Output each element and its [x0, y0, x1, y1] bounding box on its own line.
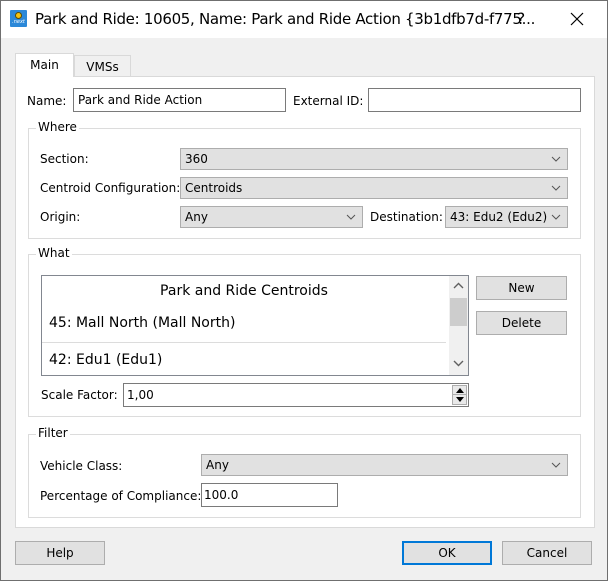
filter-group: Filter Vehicle Class: Any Percentage of … — [28, 426, 581, 518]
close-icon — [570, 12, 584, 26]
main-tab-panel: Name: Park and Ride Action External ID: … — [15, 76, 595, 528]
origin-dropdown[interactable]: Any — [180, 206, 363, 228]
vehicle-class-dropdown[interactable]: Any — [201, 454, 568, 476]
vehicle-class-label: Vehicle Class: — [40, 459, 123, 473]
centroid-configuration-label: Centroid Configuration: — [40, 181, 181, 195]
delete-button[interactable]: Delete — [476, 311, 567, 335]
spin-down-icon[interactable] — [456, 397, 464, 402]
destination-label: Destination: — [370, 210, 443, 224]
section-value: 360 — [185, 152, 208, 166]
tab-vmss[interactable]: VMSs — [74, 55, 131, 77]
list-scrollbar[interactable] — [449, 276, 468, 375]
name-label: Name: — [27, 94, 67, 108]
where-group: Where Section: 360 Centroid Configuratio… — [28, 120, 581, 239]
park-and-ride-dialog: .next Park and Ride: 10605, Name: Park a… — [0, 0, 608, 581]
destination-dropdown[interactable]: 43: Edu2 (Edu2) — [445, 206, 568, 228]
section-label: Section: — [40, 152, 89, 166]
scroll-down-icon[interactable] — [453, 359, 464, 367]
compliance-input[interactable]: 100.0 — [201, 483, 338, 507]
centroid-configuration-value: Centroids — [185, 181, 243, 195]
chevron-down-icon — [346, 214, 356, 220]
external-id-input[interactable] — [368, 88, 581, 112]
external-id-label: External ID: — [293, 94, 364, 108]
list-item[interactable]: 42: Edu1 (Edu1) — [42, 343, 446, 375]
spin-buttons[interactable] — [452, 385, 467, 405]
list-item[interactable]: 45: Mall North (Mall North) — [42, 306, 446, 340]
where-group-title: Where — [36, 120, 79, 134]
chevron-down-icon — [551, 156, 561, 162]
vehicle-class-value: Any — [206, 458, 229, 472]
tab-main[interactable]: Main — [15, 53, 74, 77]
help-button[interactable]: Help — [15, 541, 105, 565]
app-icon-text: .next — [12, 19, 25, 25]
chevron-down-icon — [551, 214, 561, 220]
close-button[interactable] — [567, 9, 587, 29]
scroll-up-icon[interactable] — [453, 282, 464, 290]
scroll-thumb[interactable] — [450, 298, 467, 326]
title-bar: .next Park and Ride: 10605, Name: Park a… — [1, 1, 607, 38]
list-header: Park and Ride Centroids — [160, 283, 328, 299]
section-dropdown[interactable]: 360 — [180, 148, 568, 170]
chevron-down-icon — [551, 462, 561, 468]
centroid-configuration-dropdown[interactable]: Centroids — [180, 177, 568, 199]
spin-up-icon[interactable] — [456, 388, 464, 393]
destination-value: 43: Edu2 (Edu2) — [450, 210, 548, 224]
what-group-title: What — [36, 246, 72, 260]
spin-divider — [453, 394, 466, 395]
origin-label: Origin: — [40, 210, 81, 224]
filter-group-title: Filter — [36, 426, 70, 440]
scale-factor-label: Scale Factor: — [41, 388, 118, 402]
chevron-down-icon — [551, 185, 561, 191]
app-icon: .next — [10, 10, 27, 27]
cancel-button[interactable]: Cancel — [502, 541, 592, 565]
new-button[interactable]: New — [476, 276, 567, 300]
scale-factor-spinbox[interactable]: 1,00 — [123, 383, 469, 407]
origin-value: Any — [185, 210, 208, 224]
name-input[interactable]: Park and Ride Action — [73, 88, 286, 112]
window-title: Park and Ride: 10605, Name: Park and Rid… — [35, 10, 536, 28]
context-help-button[interactable]: ? — [511, 9, 531, 28]
compliance-label: Percentage of Compliance: — [40, 489, 202, 503]
scale-factor-value: 1,00 — [127, 388, 154, 402]
app-icon-dot — [15, 12, 22, 19]
park-and-ride-centroids-list[interactable]: Park and Ride Centroids 45: Mall North (… — [41, 275, 469, 376]
ok-button[interactable]: OK — [402, 541, 492, 565]
